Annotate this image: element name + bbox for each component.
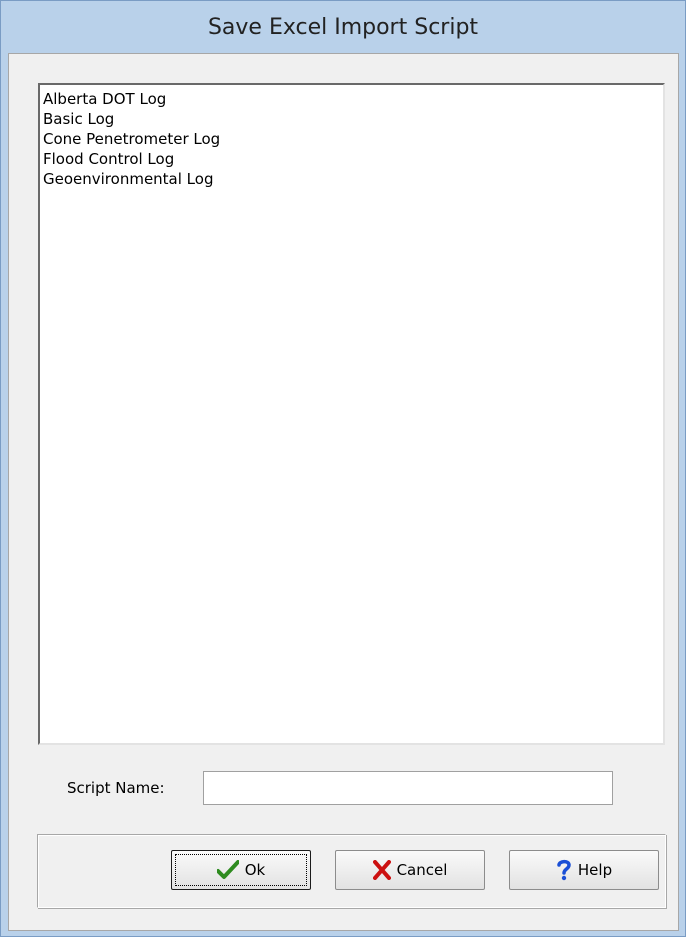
- help-button-label: Help: [577, 861, 613, 879]
- button-panel: Ok Cancel Help: [37, 834, 666, 908]
- ok-button[interactable]: Ok: [171, 850, 311, 890]
- cancel-button[interactable]: Cancel: [335, 850, 485, 890]
- script-list-item[interactable]: Alberta DOT Log: [42, 89, 661, 109]
- script-list[interactable]: Alberta DOT Log Basic Log Cone Penetrome…: [38, 83, 665, 745]
- focus-ring: [175, 854, 307, 886]
- script-name-row: Script Name:: [67, 770, 613, 806]
- dialog-window: Save Excel Import Script Alberta DOT Log…: [0, 0, 686, 937]
- script-list-item[interactable]: Geoenvironmental Log: [42, 169, 661, 189]
- script-name-label: Script Name:: [67, 779, 165, 797]
- dialog-title: Save Excel Import Script: [207, 14, 479, 40]
- x-icon: [372, 860, 391, 880]
- script-list-item[interactable]: Flood Control Log: [42, 149, 661, 169]
- script-name-input[interactable]: [203, 771, 613, 805]
- question-mark-icon: [556, 859, 572, 881]
- script-list-item[interactable]: Basic Log: [42, 109, 661, 129]
- title-bar[interactable]: Save Excel Import Script: [1, 1, 685, 53]
- help-button[interactable]: Help: [509, 850, 659, 890]
- dialog-body: Alberta DOT Log Basic Log Cone Penetrome…: [8, 53, 679, 931]
- cancel-button-label: Cancel: [396, 861, 448, 879]
- script-list-item[interactable]: Cone Penetrometer Log: [42, 129, 661, 149]
